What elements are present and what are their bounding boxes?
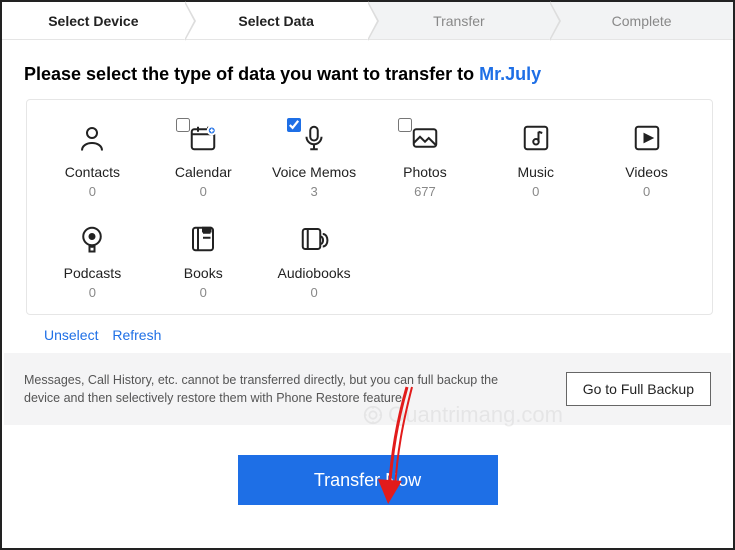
type-label: Books: [184, 265, 223, 281]
prompt-text: Please select the type of data you want …: [24, 64, 713, 85]
type-count: 3: [310, 184, 317, 199]
go-to-full-backup-button[interactable]: Go to Full Backup: [566, 372, 711, 406]
type-videos[interactable]: Videos 0: [591, 118, 702, 199]
step-label: Select Data: [238, 13, 313, 29]
type-podcasts[interactable]: Podcasts 0: [37, 219, 148, 300]
type-voicememos-checkbox[interactable]: [287, 118, 301, 132]
type-label: Calendar: [175, 164, 232, 180]
backup-notice: Messages, Call History, etc. cannot be t…: [4, 353, 731, 425]
notice-text: Messages, Call History, etc. cannot be t…: [24, 371, 504, 407]
contacts-icon: [72, 118, 112, 158]
audiobooks-icon: [294, 219, 334, 259]
refresh-link[interactable]: Refresh: [112, 327, 161, 343]
step-transfer: Transfer: [368, 2, 551, 39]
type-label: Music: [517, 164, 554, 180]
type-label: Voice Memos: [272, 164, 356, 180]
step-label: Complete: [612, 13, 672, 29]
type-count: 0: [532, 184, 539, 199]
type-count: 677: [414, 184, 436, 199]
type-count: 0: [89, 184, 96, 199]
type-count: 0: [200, 285, 207, 300]
type-label: Podcasts: [64, 265, 122, 281]
podcasts-icon: [72, 219, 112, 259]
step-select-device[interactable]: Select Device: [2, 2, 185, 39]
type-label: Audiobooks: [277, 265, 350, 281]
type-count: 0: [643, 184, 650, 199]
data-types-panel: Contacts 0 Calendar 0 Voice Memos 3: [26, 99, 713, 315]
step-label: Select Device: [48, 13, 138, 29]
type-contacts[interactable]: Contacts 0: [37, 118, 148, 199]
type-label: Contacts: [65, 164, 120, 180]
prompt-prefix: Please select the type of data you want …: [24, 64, 479, 84]
type-calendar-checkbox[interactable]: [176, 118, 190, 132]
target-device-name: Mr.July: [479, 64, 541, 84]
type-label: Photos: [403, 164, 447, 180]
type-music[interactable]: Music 0: [480, 118, 591, 199]
unselect-link[interactable]: Unselect: [44, 327, 98, 343]
type-photos[interactable]: Photos 677: [370, 118, 481, 199]
type-calendar[interactable]: Calendar 0: [148, 118, 259, 199]
transfer-now-button[interactable]: Transfer Now: [238, 455, 498, 505]
type-audiobooks[interactable]: Audiobooks 0: [259, 219, 370, 300]
step-complete: Complete: [550, 2, 733, 39]
type-count: 0: [200, 184, 207, 199]
step-select-data[interactable]: Select Data: [185, 2, 368, 39]
type-voice-memos[interactable]: Voice Memos 3: [259, 118, 370, 199]
type-count: 0: [89, 285, 96, 300]
books-icon: [183, 219, 223, 259]
type-books[interactable]: Books 0: [148, 219, 259, 300]
wizard-steps: Select Device Select Data Transfer Compl…: [2, 2, 733, 40]
type-label: Videos: [625, 164, 668, 180]
type-photos-checkbox[interactable]: [398, 118, 412, 132]
type-count: 0: [310, 285, 317, 300]
step-label: Transfer: [433, 13, 485, 29]
videos-icon: [627, 118, 667, 158]
selection-links: Unselect Refresh: [44, 327, 713, 343]
music-icon: [516, 118, 556, 158]
